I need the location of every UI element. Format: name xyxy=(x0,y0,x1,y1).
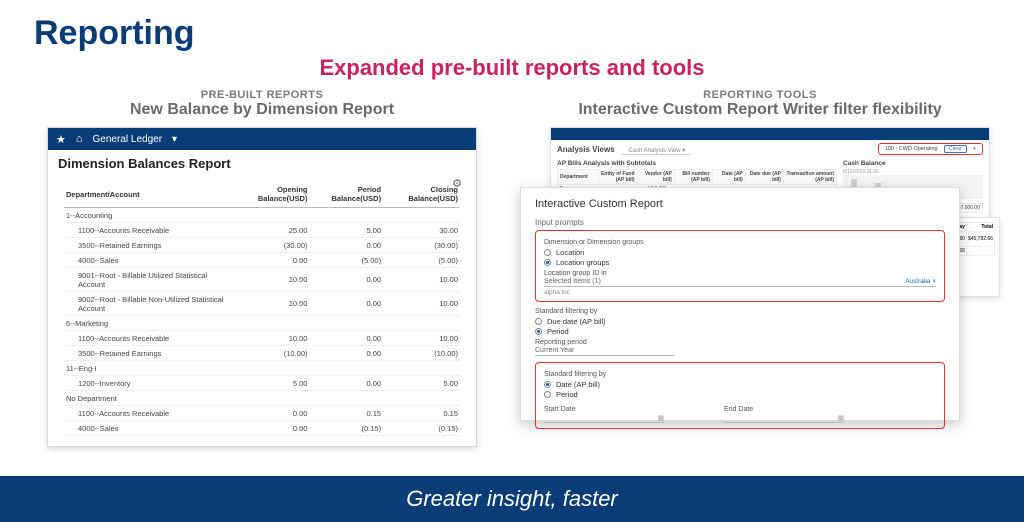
end-date-label: End Date xyxy=(724,406,844,413)
table-row[interactable]: 11--Eng-I xyxy=(64,361,460,376)
page-title: Reporting xyxy=(0,0,1024,53)
chevron-down-icon[interactable]: ▾ xyxy=(172,134,177,145)
start-date-label: Start Date xyxy=(544,406,664,413)
filter-text: 100 - CWD Operating xyxy=(885,146,938,152)
right-heading: Interactive Custom Report Writer filter … xyxy=(520,101,1000,119)
table-row[interactable]: 6--Marketing xyxy=(64,316,460,331)
slide: Reporting Expanded pre-built reports and… xyxy=(0,0,1024,522)
dialog-title: Interactive Custom Report xyxy=(535,198,945,210)
left-column: PRE-BUILT REPORTS New Balance by Dimensi… xyxy=(24,89,500,447)
dimension-group-callout: Dimension or Dimension groups Location L… xyxy=(535,230,945,302)
start-date-input[interactable]: ▦ xyxy=(544,413,664,423)
alpha-loc: alpha loc xyxy=(544,289,936,296)
radio-location-groups[interactable]: Location groups xyxy=(544,258,936,267)
selected-link[interactable]: Australia × xyxy=(905,278,936,285)
plus-icon[interactable]: + xyxy=(973,146,976,152)
dim-group-label: Dimension or Dimension groups xyxy=(544,239,936,246)
std-filter-label: Standard filtering by xyxy=(535,308,945,315)
app-top-bar: ★ ⌂ General Ledger ▾ xyxy=(48,128,476,150)
apbills-title: AP Bills Analysis with Subtotals xyxy=(557,160,837,167)
clear-button[interactable]: Clear xyxy=(944,145,967,153)
table-row[interactable]: 4000--Sales0.00(5.00)(5.00) xyxy=(64,253,460,268)
reporting-period-select[interactable]: Current Year xyxy=(535,346,675,356)
star-icon[interactable]: ★ xyxy=(56,133,66,146)
radio-period-2[interactable]: Period xyxy=(544,390,936,399)
footer-band: Greater insight, faster xyxy=(0,476,1024,522)
table-row[interactable]: 9002--Root - Billable Non-Utilized Stati… xyxy=(64,292,460,316)
table-row[interactable]: 1200--Inventory5.000.005.00 xyxy=(64,376,460,391)
table-row[interactable]: 3500--Retained Earnings(30.00)0.00(30.00… xyxy=(64,238,460,253)
selected-items-box[interactable]: Selected Items (1) Australia × xyxy=(544,277,936,287)
table-row[interactable]: 4000--Sales0.00(0.15)(0.15) xyxy=(64,421,460,436)
dimension-table: Department/Account Opening Balance(USD) … xyxy=(64,181,460,436)
reporting-period-label: Reporting period xyxy=(535,339,945,346)
radio-date-apbill[interactable]: Date (AP bill) xyxy=(544,380,936,389)
table-row[interactable]: 3500--Retained Earnings(10.00)0.00(10.00… xyxy=(64,346,460,361)
analysis-dropdown[interactable]: Cash Analysis View ▾ xyxy=(622,148,691,155)
col-dept: Department/Account xyxy=(64,181,230,208)
table-row[interactable]: 1100--Accounts Receivable0.000.150.15 xyxy=(64,406,460,421)
footer-text: Greater insight, faster xyxy=(406,486,618,512)
right-kicker: REPORTING TOOLS xyxy=(520,89,1000,101)
input-prompts-label: Input prompts xyxy=(535,218,945,227)
right-column: REPORTING TOOLS Interactive Custom Repor… xyxy=(520,89,1000,447)
date-filter-callout: Standard filtering by Date (AP bill) Per… xyxy=(535,362,945,429)
col-cb: Closing Balance(USD) xyxy=(383,181,460,208)
back-top-bar xyxy=(551,128,989,140)
right-composite: Analysis Views Cash Analysis View ▾ 100 … xyxy=(520,127,1000,427)
chevron-down-icon: ▾ xyxy=(682,148,685,154)
filter-callout: 100 - CWD Operating Clear + xyxy=(878,143,983,155)
col-ob: Opening Balance(USD) xyxy=(230,181,309,208)
col-pb: Period Balance(USD) xyxy=(309,181,383,208)
home-icon[interactable]: ⌂ xyxy=(76,133,83,145)
left-heading: New Balance by Dimension Report xyxy=(24,101,500,119)
loc-group-id-label: Location group ID in xyxy=(544,270,936,277)
std-filter-label-2: Standard filtering by xyxy=(544,371,936,378)
radio-due-date[interactable]: Due date (AP bill) xyxy=(535,317,945,326)
radio-location[interactable]: Location xyxy=(544,248,936,257)
radio-period[interactable]: Period xyxy=(535,327,945,336)
analysis-title: Analysis Views xyxy=(557,145,615,154)
table-row[interactable]: 1100--Accounts Receivable25.005.0030.00 xyxy=(64,223,460,238)
left-screenshot: ★ ⌂ General Ledger ▾ Dimension Balances … xyxy=(47,127,477,447)
calendar-icon: ▦ xyxy=(657,414,664,422)
gear-icon[interactable]: ⚙ xyxy=(452,177,462,190)
columns: PRE-BUILT REPORTS New Balance by Dimensi… xyxy=(0,81,1024,447)
table-row[interactable]: 1--Accounting xyxy=(64,208,460,223)
calendar-icon: ▦ xyxy=(837,414,844,422)
breadcrumb[interactable]: General Ledger xyxy=(93,134,163,145)
page-subtitle: Expanded pre-built reports and tools xyxy=(0,55,1024,81)
table-row[interactable]: 1100--Accounts Receivable10.000.0010.00 xyxy=(64,331,460,346)
end-date-input[interactable]: ▦ xyxy=(724,413,844,423)
table-row[interactable]: 9001--Root - Billable Utilized Statistic… xyxy=(64,268,460,292)
cash-title: Cash Balance xyxy=(843,160,983,167)
table-row[interactable]: No Department xyxy=(64,391,460,406)
icr-dialog: Interactive Custom Report Input prompts … xyxy=(520,187,960,421)
left-kicker: PRE-BUILT REPORTS xyxy=(24,89,500,101)
report-title: Dimension Balances Report xyxy=(48,150,476,181)
report-body: ⚙ Department/Account Opening Balance(USD… xyxy=(48,181,476,446)
